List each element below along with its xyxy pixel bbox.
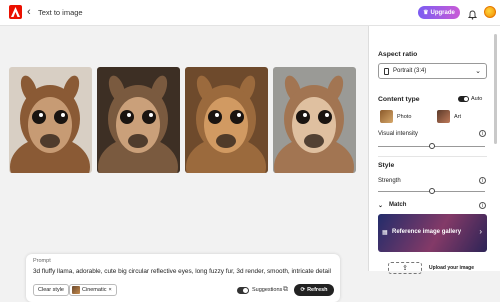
generated-image-3[interactable] <box>185 67 268 173</box>
photo-thumbnail <box>380 110 393 123</box>
breadcrumb[interactable]: Text to image <box>38 8 83 17</box>
refresh-icon: ⟳ <box>300 287 306 293</box>
auto-toggle[interactable] <box>458 96 469 102</box>
refresh-label: Refresh <box>307 287 328 293</box>
match-section-toggle[interactable]: ⌄ Match <box>378 202 406 209</box>
art-thumbnail <box>437 110 450 123</box>
aspect-ratio-heading: Aspect ratio <box>378 51 418 58</box>
photo-label: Photo <box>397 113 412 120</box>
upload-label: Upload your image <box>429 265 475 271</box>
prompt-input[interactable]: 3d fluffy llama, adorable, cute big circ… <box>33 268 331 275</box>
aspect-ratio-value: Portrait (3:4) <box>393 68 427 74</box>
prompt-box: Prompt 3d fluffy llama, adorable, cute b… <box>26 254 340 302</box>
grid-icon: ▦ <box>382 230 388 236</box>
settings-panel: Aspect ratio Portrait (3:4) ⌄ Content ty… <box>368 26 500 274</box>
chevron-down-icon: ⌄ <box>378 203 384 209</box>
gallery-label: Reference image gallery <box>392 229 462 235</box>
portrait-icon <box>384 67 389 75</box>
prompt-label: Prompt <box>33 258 51 264</box>
visual-intensity-slider[interactable] <box>428 143 435 149</box>
style-chip-label: Cinematic <box>82 287 107 293</box>
divider <box>378 156 487 157</box>
aspect-ratio-select[interactable]: Portrait (3:4) ⌄ <box>378 63 487 79</box>
style-chip-cinematic[interactable]: Cinematic × <box>69 284 117 296</box>
bell-icon[interactable] <box>467 7 478 25</box>
auto-label: Auto <box>471 96 483 102</box>
upgrade-button[interactable]: ♛ Upgrade <box>418 6 460 19</box>
chevron-right-icon: › <box>479 227 482 236</box>
strength-label: Strength <box>378 178 401 184</box>
chevron-down-icon: ⌄ <box>475 68 481 75</box>
panel-scrollbar[interactable] <box>494 34 497 144</box>
image-canvas: Prompt 3d fluffy llama, adorable, cute b… <box>0 26 368 302</box>
upgrade-label: Upgrade <box>430 9 455 16</box>
content-type-photo[interactable]: Photo <box>378 108 431 125</box>
refresh-button[interactable]: ⟳ Refresh <box>294 284 334 296</box>
crown-icon: ♛ <box>423 10 429 16</box>
suggestions-toggle[interactable] <box>237 287 249 294</box>
match-label: Match <box>389 202 407 208</box>
generated-image-1[interactable] <box>9 67 92 173</box>
strength-slider[interactable] <box>428 188 435 194</box>
image-settings-icon[interactable]: ⧉ <box>283 286 288 294</box>
info-icon[interactable]: i <box>479 177 486 184</box>
visual-intensity-label: Visual intensity <box>378 131 418 137</box>
adobe-logo-icon[interactable] <box>9 5 22 19</box>
close-icon[interactable]: × <box>108 287 111 293</box>
content-type-art[interactable]: Art <box>435 108 488 125</box>
reference-gallery-button[interactable]: ▦ Reference image gallery › <box>378 214 487 252</box>
upload-button[interactable]: ⇪ <box>388 262 422 274</box>
style-thumbnail <box>72 286 80 294</box>
art-label: Art <box>454 113 462 120</box>
suggestions-label: Suggestions <box>252 287 283 293</box>
generated-image-2[interactable] <box>97 67 180 173</box>
info-icon[interactable]: i <box>479 130 486 137</box>
style-heading: Style <box>378 162 395 169</box>
generated-image-4[interactable] <box>273 67 356 173</box>
avatar[interactable] <box>484 6 496 18</box>
back-arrow-icon[interactable]: ‹ <box>27 6 31 18</box>
content-type-heading: Content type <box>378 96 420 103</box>
info-icon[interactable]: i <box>479 202 486 209</box>
top-bar: ‹ Text to image ♛ Upgrade <box>0 0 500 26</box>
clear-style-button[interactable]: Clear style <box>33 284 69 296</box>
